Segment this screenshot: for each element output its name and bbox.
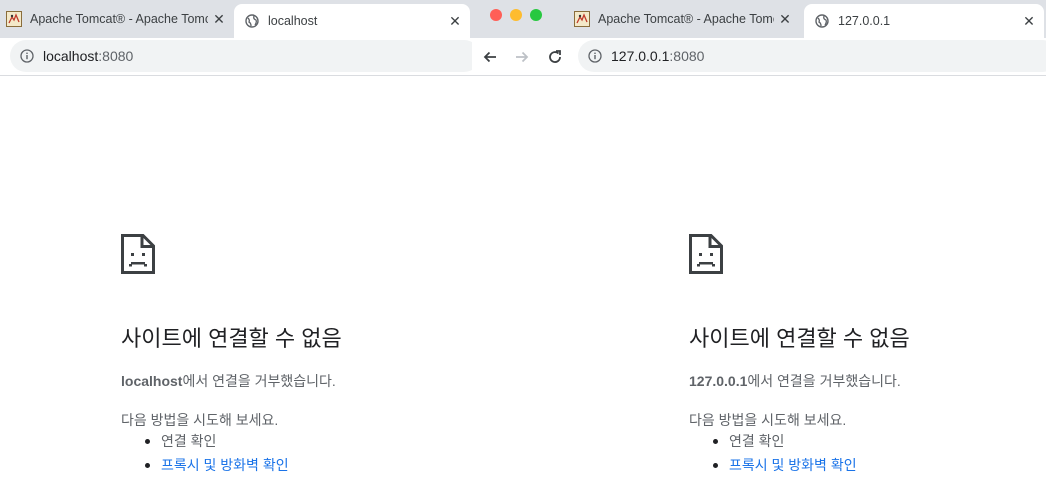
reload-icon (549, 50, 561, 63)
reload-button[interactable] (545, 47, 565, 67)
close-window-button[interactable] (490, 9, 502, 21)
tomcat-favicon (6, 11, 22, 27)
try-label: 다음 방법을 시도해 보세요. (689, 412, 847, 428)
error-host: localhost (121, 373, 183, 389)
url-port: :8080 (669, 48, 705, 64)
url-text: localhost:8080 (43, 48, 133, 64)
browser-window-right: Apache Tomcat® - Apache Tomcat ✕ 127.0.0… (472, 0, 1046, 495)
info-icon[interactable] (588, 49, 602, 63)
suggestion-check-proxy-link[interactable]: 프록시 및 방화벽 확인 (729, 457, 857, 473)
sad-page-icon (689, 234, 723, 274)
minimize-window-button[interactable] (510, 9, 522, 21)
tab-strip: Apache Tomcat® - Apache Tomcat ✕ 127.0.0… (472, 0, 1046, 38)
suggestion-item: 연결 확인 (121, 431, 289, 455)
tab-close-icon[interactable]: ✕ (448, 14, 462, 28)
suggestion-item: 프록시 및 방화벽 확인 (689, 455, 857, 479)
error-message-suffix: 에서 연결을 거부했습니다. (747, 373, 901, 389)
tab-close-icon[interactable]: ✕ (1022, 14, 1036, 28)
error-page: 사이트에 연결할 수 없음 localhost에서 연결을 거부했습니다. 다음… (0, 77, 472, 495)
sad-page-icon (121, 234, 155, 274)
toolbar: 127.0.0.1:8080 (472, 38, 1046, 76)
error-host: 127.0.0.1 (689, 373, 748, 389)
browser-window-left: Apache Tomcat® - Apache Tomcat ✕ localho… (0, 0, 472, 495)
error-message: localhost에서 연결을 거부했습니다. (121, 371, 336, 391)
forward-arrow-icon (516, 51, 529, 63)
try-label: 다음 방법을 시도해 보세요. (121, 412, 279, 428)
error-title: 사이트에 연결할 수 없음 (689, 326, 910, 351)
tab-close-icon[interactable]: ✕ (212, 12, 226, 26)
back-arrow-icon (483, 51, 496, 63)
suggestion-check-proxy-link[interactable]: 프록시 및 방화벽 확인 (161, 457, 289, 473)
tab-apache-tomcat[interactable]: Apache Tomcat® - Apache Tomcat ✕ (0, 0, 234, 38)
suggestion-item: 프록시 및 방화벽 확인 (121, 455, 289, 479)
info-icon[interactable] (20, 49, 34, 63)
tab-127-0-0-1[interactable]: 127.0.0.1 ✕ (804, 4, 1044, 38)
tab-title: Apache Tomcat® - Apache Tomcat (30, 12, 208, 26)
error-message: 127.0.0.1에서 연결을 거부했습니다. (689, 371, 901, 391)
tab-title: localhost (268, 14, 318, 28)
toolbar: localhost:8080 (0, 38, 472, 76)
url-host: localhost (43, 48, 99, 64)
tab-apache-tomcat[interactable]: Apache Tomcat® - Apache Tomcat ✕ (568, 0, 800, 38)
suggestion-list: 연결 확인 프록시 및 방화벽 확인 (121, 431, 289, 479)
suggestion-check-connection: 연결 확인 (729, 433, 785, 449)
error-title: 사이트에 연결할 수 없음 (121, 326, 342, 351)
url-text: 127.0.0.1:8080 (611, 48, 704, 64)
globe-icon (244, 13, 260, 29)
error-page: 사이트에 연결할 수 없음 127.0.0.1에서 연결을 거부했습니다. 다음… (472, 77, 1046, 495)
tab-title: 127.0.0.1 (838, 14, 891, 28)
back-button[interactable] (480, 47, 500, 67)
url-host: 127.0.0.1 (611, 48, 670, 64)
zoom-window-button[interactable] (530, 9, 542, 21)
suggestion-list: 연결 확인 프록시 및 방화벽 확인 (689, 431, 857, 479)
tab-localhost[interactable]: localhost ✕ (234, 4, 470, 38)
error-message-suffix: 에서 연결을 거부했습니다. (182, 373, 336, 389)
tab-title: Apache Tomcat® - Apache Tomcat (598, 12, 774, 26)
suggestion-item: 연결 확인 (689, 431, 857, 455)
address-bar[interactable]: localhost:8080 (10, 40, 472, 72)
globe-icon (814, 13, 830, 29)
tab-strip: Apache Tomcat® - Apache Tomcat ✕ localho… (0, 0, 472, 38)
suggestion-check-connection: 연결 확인 (161, 433, 217, 449)
forward-button[interactable] (512, 47, 532, 67)
tab-close-icon[interactable]: ✕ (778, 12, 792, 26)
address-bar[interactable]: 127.0.0.1:8080 (578, 40, 1046, 72)
tomcat-favicon (574, 11, 590, 27)
url-port: :8080 (98, 48, 134, 64)
